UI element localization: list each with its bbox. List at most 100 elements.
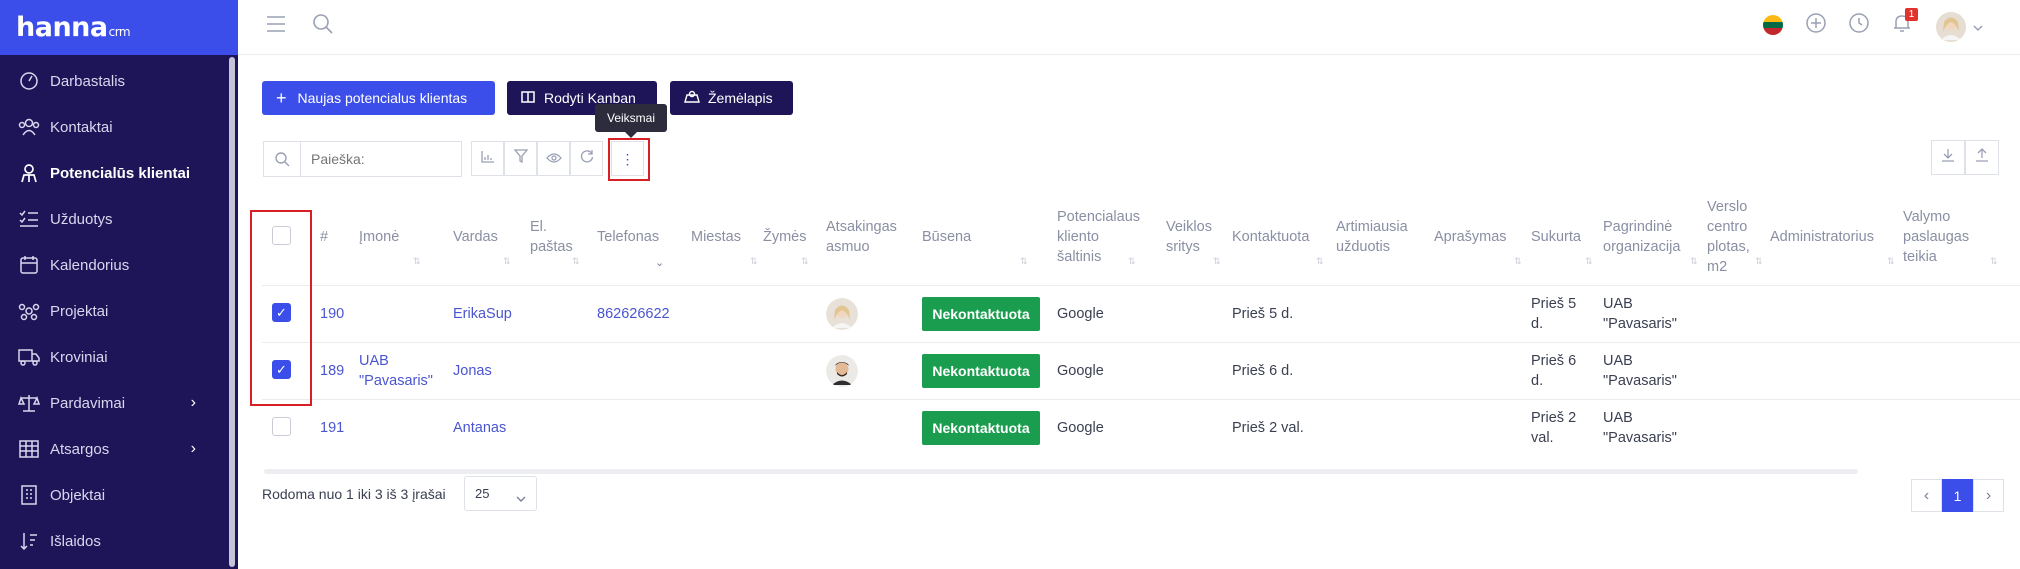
- lithuania-flag-icon[interactable]: [1763, 15, 1783, 40]
- export-button[interactable]: [1931, 140, 1965, 175]
- col-header-company[interactable]: Įmonė: [359, 227, 399, 247]
- col-header-area[interactable]: Verslo centro plotas, m2: [1707, 197, 1750, 277]
- col-header-tags[interactable]: Žymės: [763, 227, 807, 247]
- sidebar-item-kroviniai[interactable]: Kroviniai: [0, 334, 230, 380]
- tasks-icon: [17, 207, 41, 231]
- new-lead-label: Naujas potencialus klientas: [297, 90, 468, 106]
- search-box: [263, 141, 462, 177]
- col-header-area-line2: centro: [1707, 219, 1748, 235]
- row-created-line1: Prieš 5: [1531, 296, 1577, 312]
- row-created-line1: Prieš 2: [1531, 410, 1577, 426]
- col-header-description[interactable]: Aprašymas: [1434, 227, 1507, 247]
- col-header-next-task[interactable]: Artimiausia užduotis: [1336, 217, 1408, 257]
- row-id[interactable]: 190: [320, 304, 344, 324]
- row-checkbox[interactable]: [272, 417, 291, 436]
- row-id[interactable]: 191: [320, 418, 344, 438]
- row-phone[interactable]: 862626622: [597, 304, 670, 324]
- row-name[interactable]: Jonas: [453, 361, 492, 381]
- row-source: Google: [1057, 363, 1104, 379]
- col-header-contacted[interactable]: Kontaktuota: [1232, 227, 1309, 247]
- col-header-fields[interactable]: Veiklos sritys: [1166, 217, 1212, 257]
- table-horizontal-scrollbar[interactable]: [264, 469, 1858, 474]
- col-header-cleaning[interactable]: Valymo paslaugas teikia: [1903, 207, 1969, 267]
- page-1-button[interactable]: 1: [1942, 479, 1973, 512]
- sort-desc-icon: ⌄: [655, 257, 665, 269]
- sidebar-item-potencialus-klientai[interactable]: Potencialūs klientai: [0, 150, 230, 196]
- chevron-right-icon[interactable]: ›: [191, 394, 196, 412]
- col-header-responsible-line1: Atsakingas: [826, 219, 897, 235]
- import-button[interactable]: [1965, 140, 1999, 175]
- chart-tool-button[interactable]: [471, 141, 504, 176]
- clock-icon[interactable]: [1848, 12, 1870, 39]
- sidebar-item-objektai[interactable]: Objektai: [0, 472, 230, 518]
- topbar: 1: [238, 0, 2020, 55]
- filter-tool-button[interactable]: [504, 141, 537, 176]
- sidebar-item-kontaktai[interactable]: Kontaktai: [0, 104, 230, 150]
- row-created-line2: d.: [1531, 373, 1544, 389]
- row-created-line2: d.: [1531, 316, 1544, 332]
- page-size-select[interactable]: 25: [464, 476, 537, 511]
- col-header-phone[interactable]: Telefonas: [597, 227, 659, 247]
- col-header-admin[interactable]: Administratorius: [1770, 227, 1874, 247]
- sort-icon: ⇅: [503, 256, 511, 266]
- chevron-down-icon[interactable]: [1973, 19, 1983, 37]
- row-organization-line1: UAB: [1603, 410, 1633, 426]
- col-header-email-line1: El.: [530, 219, 547, 235]
- sidebar-header: hannacrm: [0, 0, 238, 55]
- row-company[interactable]: UAB "Pavasaris": [359, 351, 433, 391]
- sidebar-item-islaidos[interactable]: Išlaidos: [0, 518, 230, 564]
- app-logo[interactable]: hannacrm: [16, 12, 131, 43]
- sort-icon: ⇅: [1887, 256, 1895, 266]
- refresh-tool-button[interactable]: [570, 141, 603, 176]
- prev-page-button[interactable]: ‹: [1911, 479, 1942, 512]
- col-header-organization[interactable]: Pagrindinė organizacija: [1603, 217, 1680, 257]
- status-badge[interactable]: Nekontaktuota: [922, 354, 1040, 388]
- row-contacted: Prieš 5 d.: [1232, 306, 1294, 322]
- search-icon[interactable]: [312, 13, 334, 40]
- sidebar-item-pardavimai[interactable]: Pardavimai ›: [0, 380, 230, 426]
- status-badge[interactable]: Nekontaktuota: [922, 297, 1040, 331]
- col-header-created[interactable]: Sukurta: [1531, 227, 1581, 247]
- avatar[interactable]: [1936, 12, 1966, 47]
- col-header-organization-line1: Pagrindinė: [1603, 219, 1673, 235]
- search-icon: [264, 142, 301, 176]
- sidebar-item-atsargos[interactable]: Atsargos ›: [0, 426, 230, 472]
- map-button[interactable]: Žemėlapis: [670, 81, 793, 115]
- row-company-line1: UAB: [359, 353, 389, 369]
- status-badge[interactable]: Nekontaktuota: [922, 411, 1040, 445]
- chevron-right-icon[interactable]: ›: [191, 440, 196, 458]
- sidebar-item-kalendorius[interactable]: Kalendorius: [0, 242, 230, 288]
- map-icon: [684, 90, 700, 106]
- col-header-status[interactable]: Būsena: [922, 227, 971, 247]
- sidebar-item-label: Išlaidos: [50, 532, 101, 550]
- chart-icon: [480, 150, 495, 168]
- sidebar-item-darbastalis[interactable]: Darbastalis: [0, 58, 230, 104]
- col-header-name[interactable]: Vardas: [453, 227, 498, 247]
- menu-icon[interactable]: [266, 15, 286, 38]
- row-organization: UAB "Pavasaris": [1603, 351, 1677, 391]
- row-created: Prieš 2 val.: [1531, 408, 1576, 448]
- map-label: Žemėlapis: [708, 90, 773, 106]
- col-header-email[interactable]: El. paštas: [530, 217, 573, 257]
- sidebar-item-uzduotys[interactable]: Užduotys: [0, 196, 230, 242]
- next-page-button[interactable]: ›: [1973, 479, 2004, 512]
- col-header-city[interactable]: Miestas: [691, 227, 741, 247]
- row-id[interactable]: 189: [320, 361, 344, 381]
- col-header-cleaning-line1: Valymo: [1903, 209, 1951, 225]
- col-header-area-line1: Verslo: [1707, 199, 1748, 215]
- sidebar-scrollbar[interactable]: [229, 57, 235, 567]
- col-header-num[interactable]: #: [320, 227, 328, 247]
- add-circle-icon[interactable]: [1805, 12, 1827, 39]
- sidebar-item-projektai[interactable]: Projektai: [0, 288, 230, 334]
- sort-icon: ⇅: [1690, 256, 1698, 266]
- actions-tooltip: Veiksmai: [595, 104, 667, 132]
- col-header-cleaning-line2: paslaugas: [1903, 229, 1970, 245]
- grid-icon: [17, 437, 41, 461]
- new-lead-button[interactable]: + Naujas potencialus klientas: [262, 81, 495, 115]
- col-header-responsible[interactable]: Atsakingas asmuo: [826, 217, 897, 257]
- row-name[interactable]: ErikaSup: [453, 304, 512, 324]
- visibility-tool-button[interactable]: [537, 141, 570, 176]
- row-name[interactable]: Antanas: [453, 418, 506, 438]
- row-organization: UAB "Pavasaris": [1603, 294, 1677, 334]
- search-input[interactable]: [301, 151, 456, 167]
